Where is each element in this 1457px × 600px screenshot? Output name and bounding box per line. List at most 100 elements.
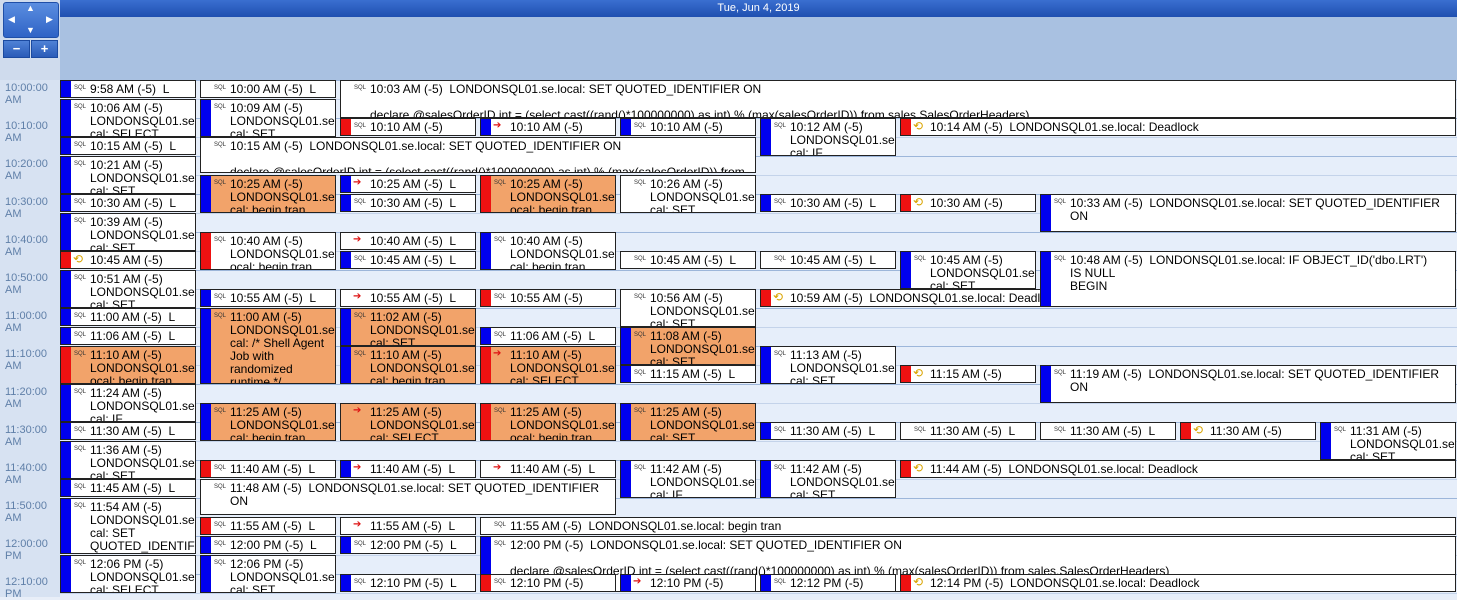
calendar-event[interactable]: SQL 10:26 AM (-5) LONDONSQL01.se.lo cal: … <box>620 175 756 213</box>
calendar-event[interactable]: ➔ 10:25 AM (-5) L <box>340 175 476 193</box>
calendar-event[interactable]: SQL 11:42 AM (-5) LONDONSQL01.se.lo cal: … <box>760 460 896 498</box>
calendar-event[interactable]: ⟲ 12:14 PM (-5) LONDONSQL01.se.local: Dea… <box>900 574 1456 592</box>
event-status-bar <box>481 347 491 383</box>
calendar-event[interactable]: SQL 11:54 AM (-5) LONDONSQL01.se.lo cal: … <box>60 498 196 554</box>
calendar-event[interactable]: SQL 11:15 AM (-5) L <box>620 365 756 383</box>
event-text: 10:45 AM (-5) <box>90 253 163 267</box>
calendar-event[interactable]: SQL 11:10 AM (-5) LONDONSQL01.se.lo cal: … <box>340 346 476 384</box>
calendar-event[interactable]: SQL 10:48 AM (-5) LONDONSQL01.se.local: I… <box>1040 251 1456 307</box>
calendar-event[interactable]: SQL 10:03 AM (-5) LONDONSQL01.se.local: S… <box>340 80 1456 118</box>
calendar-event[interactable]: SQL 10:55 AM (-5) <box>480 289 616 307</box>
calendar-event[interactable]: ➔ 11:40 AM (-5) L <box>480 460 616 478</box>
calendar-event[interactable]: ⟲ 10:14 AM (-5) LONDONSQL01.se.local: Dea… <box>900 118 1456 136</box>
calendar-event[interactable]: SQL 11:00 AM (-5) LONDONSQL01.se.lo cal: … <box>200 308 336 384</box>
event-text: 11:45 AM (-5) L <box>90 481 176 495</box>
event-text: 12:06 PM (-5) LONDONSQL01.se.lo cal: SEL… <box>90 557 196 593</box>
calendar-event[interactable]: SQL 10:25 AM (-5) LONDONSQL01.se.lo cal: … <box>200 175 336 213</box>
calendar-event[interactable]: SQL 10:06 AM (-5) LONDONSQL01.se.lo cal: … <box>60 99 196 137</box>
calendar-event[interactable]: ➔ 10:55 AM (-5) L <box>340 289 476 307</box>
calendar-event[interactable]: SQL 10:21 AM (-5) LONDONSQL01.se.lo cal: … <box>60 156 196 194</box>
sql-icon: SQL <box>1054 427 1067 433</box>
calendar-event[interactable]: ⟲ 11:15 AM (-5) <box>900 365 1036 383</box>
arrow-down-icon[interactable]: ▼ <box>26 26 35 35</box>
calendar-event[interactable]: SQL 11:48 AM (-5) LONDONSQL01.se.local: S… <box>200 479 616 515</box>
calendar-event[interactable]: ➔ 10:40 AM (-5) L <box>340 232 476 250</box>
calendar-event[interactable]: ⟲ 10:30 AM (-5) <box>900 194 1036 212</box>
event-grid[interactable]: SQL 9:58 AM (-5) L SQL 10:06 AM (-5) LONDON… <box>60 80 1457 597</box>
calendar-event[interactable]: SQL 11:55 AM (-5) LONDONSQL01.se.local: b… <box>480 517 1456 535</box>
calendar-event[interactable]: SQL 12:00 PM (-5) L <box>200 536 336 554</box>
calendar-event[interactable]: ➔ 12:10 PM (-5) <box>620 574 756 592</box>
calendar-event[interactable]: SQL 12:06 PM (-5) LONDONSQL01.se.lo cal: … <box>60 555 196 593</box>
calendar-event[interactable]: SQL 11:30 AM (-5) L <box>1040 422 1176 440</box>
calendar-event[interactable]: SQL 10:39 AM (-5) LONDONSQL01.se.lo cal: … <box>60 213 196 251</box>
calendar-event[interactable]: SQL 10:45 AM (-5) LONDONSQL01.se.lo cal: … <box>900 251 1036 289</box>
calendar-event[interactable]: SQL 11:19 AM (-5) LONDONSQL01.se.local: S… <box>1040 365 1456 403</box>
calendar-event[interactable]: SQL 11:02 AM (-5) LONDONSQL01.se.lo cal: … <box>340 308 476 346</box>
arrow-up-icon[interactable]: ▲ <box>26 4 35 13</box>
calendar-event[interactable]: SQL 11:42 AM (-5) LONDONSQL01.se.lo cal: … <box>620 460 756 498</box>
calendar-event[interactable]: SQL 11:13 AM (-5) LONDONSQL01.se.lo cal: … <box>760 346 896 384</box>
calendar-event[interactable]: SQL 11:00 AM (-5) L <box>60 308 196 326</box>
calendar-event[interactable]: SQL 11:30 AM (-5) L <box>900 422 1036 440</box>
calendar-event[interactable]: ⟲ 11:44 AM (-5) LONDONSQL01.se.local: Dea… <box>900 460 1456 478</box>
calendar-event[interactable]: SQL 11:25 AM (-5) LONDONSQL01.se.lo cal: … <box>620 403 756 441</box>
event-status-bar <box>201 309 211 383</box>
calendar-event[interactable]: SQL 11:10 AM (-5) LONDONSQL01.se.l ocal: … <box>60 346 196 384</box>
calendar-event[interactable]: SQL 11:36 AM (-5) LONDONSQL01.se.lo cal: … <box>60 441 196 479</box>
zoom-out-button[interactable]: − <box>3 40 30 58</box>
calendar-event[interactable]: SQL 10:51 AM (-5) LONDONSQL01.se.lo cal: … <box>60 270 196 308</box>
calendar-event[interactable]: SQL 11:31 AM (-5) LONDONSQL01.se.lo cal: … <box>1320 422 1456 460</box>
event-status-bar <box>621 176 631 212</box>
calendar-event[interactable]: SQL 11:40 AM (-5) L <box>200 460 336 478</box>
calendar-event[interactable]: SQL 10:33 AM (-5) LONDONSQL01.se.local: S… <box>1040 194 1456 232</box>
calendar-event[interactable]: SQL 10:45 AM (-5) L <box>340 251 476 269</box>
calendar-event[interactable]: SQL 10:10 AM (-5) <box>620 118 756 136</box>
calendar-event[interactable]: SQL 10:15 AM (-5) L <box>60 137 196 155</box>
calendar-event[interactable]: SQL 10:45 AM (-5) L <box>760 251 896 269</box>
calendar-event[interactable]: SQL 10:00 AM (-5) L <box>200 80 336 98</box>
calendar-event[interactable]: SQL 10:10 AM (-5) <box>340 118 476 136</box>
calendar-event[interactable]: SQL 11:06 AM (-5) L <box>60 327 196 345</box>
calendar-event[interactable]: ⟲ 11:30 AM (-5) <box>1180 422 1316 440</box>
calendar-event[interactable]: SQL 10:40 AM (-5) LONDONSQL01.se.l ocal: … <box>200 232 336 270</box>
calendar-event[interactable]: SQL 11:25 AM (-5) LONDONSQL01.se.l ocal: … <box>480 403 616 441</box>
calendar-event[interactable]: SQL 10:30 AM (-5) L <box>60 194 196 212</box>
calendar-event[interactable]: SQL 10:30 AM (-5) L <box>760 194 896 212</box>
calendar-event[interactable]: SQL 11:30 AM (-5) L <box>760 422 896 440</box>
calendar-event[interactable]: SQL 10:56 AM (-5) LONDONSQL01.se.lo cal: … <box>620 289 756 327</box>
calendar-event[interactable]: SQL12:12 PM (-5) LONDONSQL01.se.lo <box>760 574 896 592</box>
calendar-event[interactable]: SQL 12:06 PM (-5) LONDONSQL01.se.lo cal: … <box>200 555 336 593</box>
calendar-event[interactable]: SQL 11:06 AM (-5) L <box>480 327 616 345</box>
calendar-event[interactable]: ➔ 11:25 AM (-5) LONDONSQL01.se.lo cal: SE… <box>340 403 476 441</box>
calendar-event[interactable]: SQL 10:40 AM (-5) LONDONSQL01.se.lo cal: … <box>480 232 616 270</box>
calendar-event[interactable]: SQL 11:08 AM (-5) LONDONSQL01.se.lo cal: … <box>620 327 756 365</box>
calendar-event[interactable]: SQL 12:10 PM (-5) <box>480 574 616 592</box>
all-day-area[interactable] <box>60 17 1457 80</box>
calendar-event[interactable]: SQL 11:25 AM (-5) LONDONSQL01.se.lo cal: … <box>200 403 336 441</box>
calendar-event[interactable]: SQL 9:58 AM (-5) L <box>60 80 196 98</box>
calendar-event[interactable]: SQL 10:12 AM (-5) LONDONSQL01.se.lo cal: … <box>760 118 896 156</box>
calendar-event[interactable]: SQL 10:55 AM (-5) L <box>200 289 336 307</box>
arrow-right-icon[interactable]: ▶ <box>46 15 53 24</box>
calendar-event[interactable]: SQL 10:09 AM (-5) LONDONSQL01.se.lo cal: … <box>200 99 336 137</box>
calendar-event[interactable]: SQL 11:24 AM (-5) LONDONSQL01.se.lo cal: … <box>60 384 196 422</box>
calendar-event[interactable]: SQL 11:30 AM (-5) L <box>60 422 196 440</box>
calendar-event[interactable]: ➔ 11:40 AM (-5) L <box>340 460 476 478</box>
calendar-event[interactable]: SQL 10:45 AM (-5) L <box>620 251 756 269</box>
calendar-event[interactable]: ➔ 10:10 AM (-5) <box>480 118 616 136</box>
zoom-in-button[interactable]: + <box>31 40 58 58</box>
calendar-event[interactable]: SQL 10:30 AM (-5) L <box>340 194 476 212</box>
calendar-event[interactable]: SQL 12:00 PM (-5) L <box>340 536 476 554</box>
calendar-event[interactable]: SQL 10:15 AM (-5) LONDONSQL01.se.local: S… <box>200 137 756 173</box>
calendar-event[interactable]: SQL 10:25 AM (-5) LONDONSQL01.se.l ocal: … <box>480 175 616 213</box>
calendar-event[interactable]: SQL 11:45 AM (-5) L <box>60 479 196 497</box>
event-status-bar <box>341 252 351 268</box>
arrow-left-icon[interactable]: ◀ <box>8 15 15 24</box>
calendar-event[interactable]: SQL 12:10 PM (-5) L <box>340 574 476 592</box>
calendar-event[interactable]: ➔ 11:10 AM (-5) LONDONSQL01.se.lo cal: SE… <box>480 346 616 384</box>
navigation-pad[interactable]: ▲ ◀ ▶ ▼ <box>3 2 59 38</box>
calendar-event[interactable]: ⟲ 10:45 AM (-5) <box>60 251 196 269</box>
calendar-event[interactable]: ➔ 11:55 AM (-5) L <box>340 517 476 535</box>
calendar-event[interactable]: SQL 11:55 AM (-5) L <box>200 517 336 535</box>
